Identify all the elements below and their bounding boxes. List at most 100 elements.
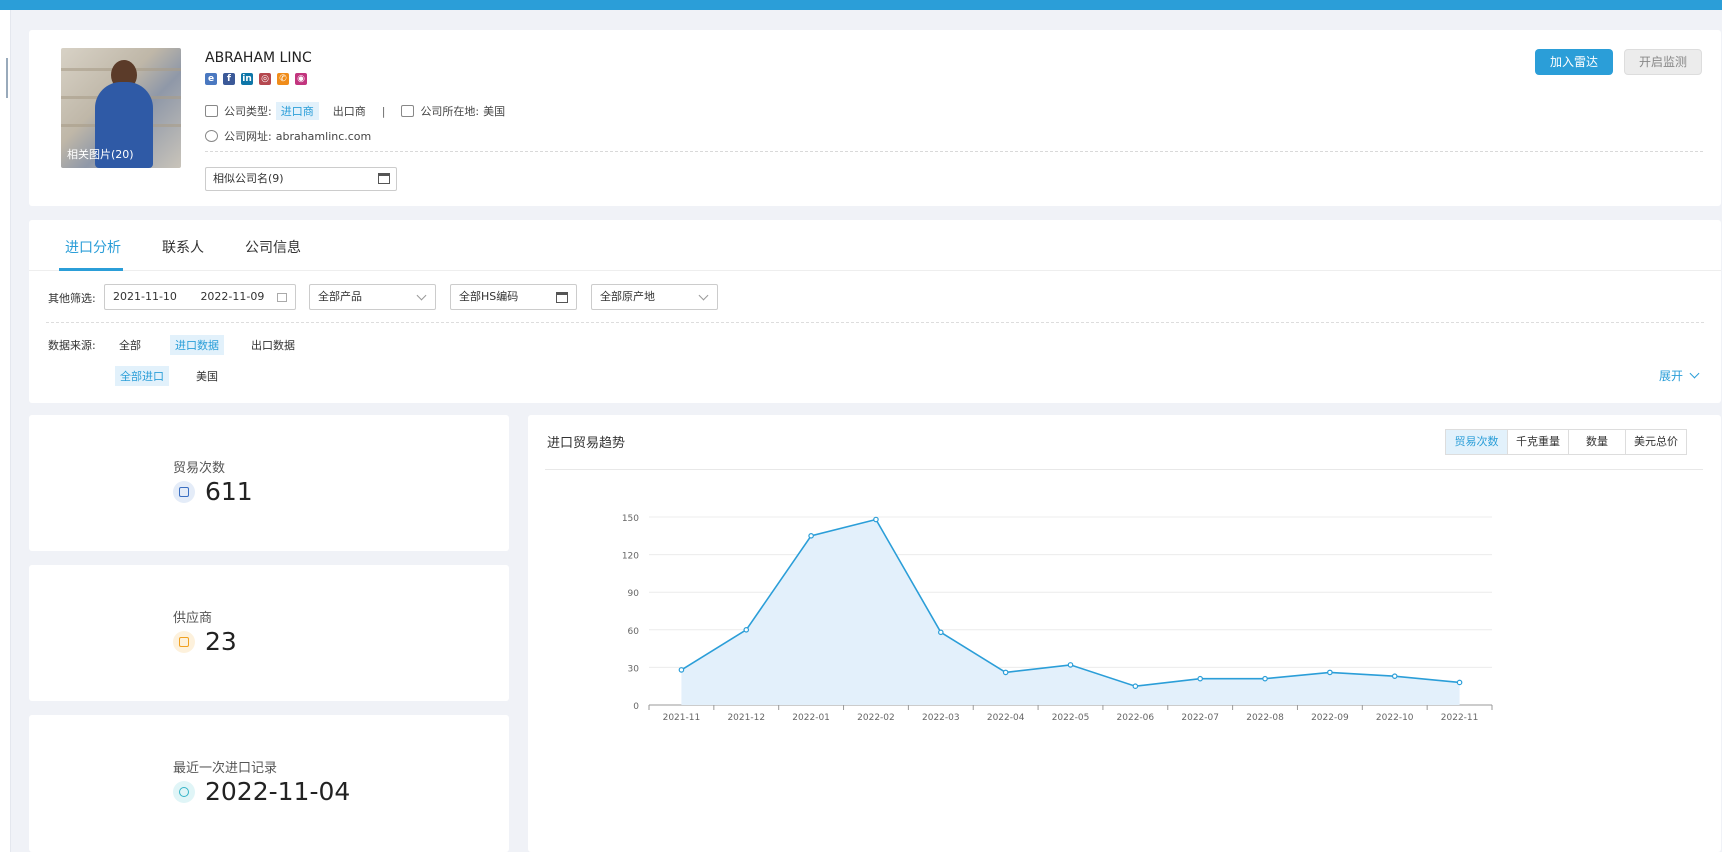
hs-code-value: 全部HS编码 xyxy=(459,290,519,303)
date-end: 2022-11-09 xyxy=(200,290,265,303)
phone-icon[interactable]: ✆ xyxy=(277,73,289,85)
hs-code-select[interactable]: 全部HS编码 xyxy=(450,284,577,310)
trades-value: 611 xyxy=(205,477,253,506)
suppliers-label: 供应商 xyxy=(173,611,213,626)
calendar-icon xyxy=(378,173,390,184)
x-tick-label: 2022-10 xyxy=(1376,713,1414,723)
ie-icon[interactable]: e xyxy=(205,73,217,85)
tab-import-analysis[interactable]: 进口分析 xyxy=(65,237,121,257)
trades-label: 贸易次数 xyxy=(173,461,226,476)
photo-caption: 相关图片(20) xyxy=(67,148,134,161)
x-tick-label: 2022-04 xyxy=(987,713,1025,723)
tab-company-info[interactable]: 公司信息 xyxy=(245,237,301,257)
clock-icon xyxy=(173,781,195,803)
x-tick-label: 2022-11 xyxy=(1441,713,1479,723)
x-tick-label: 2022-07 xyxy=(1181,713,1219,723)
data-point xyxy=(743,627,750,633)
x-tick-label: 2022-05 xyxy=(1052,713,1090,723)
y-tick-label: 30 xyxy=(628,664,640,674)
trend-chart: 0 30 60 90 120 150 2021-11 2021-12 2022-01 2022-0… xyxy=(622,514,1493,723)
chevron-down-icon xyxy=(698,290,709,301)
x-tick-label: 2022-01 xyxy=(792,713,830,723)
expand-button[interactable]: 展开 xyxy=(1659,367,1700,384)
data-point xyxy=(808,533,814,539)
company-photo[interactable]: 相关图片(20) xyxy=(61,48,181,168)
filter-card: 进口分析 联系人 公司信息 其他筛选: 2021-11-10 2022-11-0… xyxy=(29,220,1721,403)
data-point xyxy=(1262,675,1268,682)
similar-names-label: 相似公司名(9) xyxy=(213,172,284,185)
top-bar xyxy=(0,0,1722,10)
left-rail xyxy=(0,10,11,852)
source-all-chip[interactable]: 全部 xyxy=(114,335,146,355)
start-monitor-button[interactable]: 开启监测 xyxy=(1624,49,1702,75)
y-tick-label: 60 xyxy=(628,627,640,637)
website-link[interactable]: abrahamlinc.com xyxy=(276,130,372,143)
x-tick-label: 2021-12 xyxy=(727,713,765,723)
add-radar-button[interactable]: 加入雷达 xyxy=(1535,49,1613,75)
other-filter-label: 其他筛选: xyxy=(48,292,96,305)
company-type-label: 公司类型: xyxy=(224,105,272,118)
data-point xyxy=(1067,662,1074,668)
data-point xyxy=(678,667,685,673)
y-tick-label: 90 xyxy=(628,589,640,599)
data-point xyxy=(1391,673,1398,679)
x-tick-label: 2022-08 xyxy=(1246,713,1284,723)
product-select-value: 全部产品 xyxy=(318,290,362,303)
data-point xyxy=(1456,679,1463,686)
calendar-icon xyxy=(277,293,287,302)
tab-bar: 进口分析 联系人 公司信息 xyxy=(29,220,1721,271)
x-tick-label: 2022-03 xyxy=(922,713,960,723)
globe-icon xyxy=(205,130,218,142)
date-range-picker[interactable]: 2021-11-10 2022-11-09 xyxy=(104,284,296,310)
type-importer-tag: 进口商 xyxy=(275,102,319,120)
x-tick-label: 2022-09 xyxy=(1311,713,1349,723)
profile-divider xyxy=(205,151,1703,152)
website-label: 公司网址: xyxy=(224,130,272,143)
chevron-down-icon xyxy=(1689,368,1700,379)
y-tick-label: 150 xyxy=(622,514,639,524)
location-label: 公司所在地: xyxy=(420,105,480,118)
origin-select[interactable]: 全部原产地 xyxy=(591,284,718,310)
source-import-chip[interactable]: 进口数据 xyxy=(170,335,224,355)
suppliers-stat-card: 供应商 23 xyxy=(29,565,509,701)
social-links: e f in ◎ ✆ ◉ xyxy=(205,73,307,85)
tab-contacts[interactable]: 联系人 xyxy=(162,237,204,257)
location-icon xyxy=(401,105,415,117)
company-profile-card: 相关图片(20) ABRAHAM LINC e f in ◎ ✆ ◉ 公司类型: 进口商 … xyxy=(29,30,1721,206)
trades-stat-card: 贸易次数 611 xyxy=(29,415,509,551)
y-tick-label: 120 xyxy=(622,552,639,562)
x-tick-label: 2022-06 xyxy=(1117,713,1155,723)
origin-select-value: 全部原产地 xyxy=(600,290,655,303)
scope-all-import-chip[interactable]: 全部进口 xyxy=(115,366,169,386)
instagram-icon[interactable]: ◉ xyxy=(295,73,307,85)
calendar-icon xyxy=(556,292,568,303)
directory-icon[interactable]: ◎ xyxy=(259,73,271,85)
company-type-row: 公司类型: 进口商 出口商 | 公司所在地: 美国 xyxy=(205,102,505,120)
divider: | xyxy=(381,104,386,118)
data-point xyxy=(1002,669,1009,676)
website-row: 公司网址: abrahamlinc.com xyxy=(205,128,371,144)
last-import-value: 2022-11-04 xyxy=(205,777,351,806)
facebook-icon[interactable]: f xyxy=(223,73,235,85)
store-icon xyxy=(173,631,195,653)
x-tick-label: 2022-02 xyxy=(857,713,895,723)
source-export-chip[interactable]: 出口数据 xyxy=(246,335,300,355)
rail-handle[interactable] xyxy=(6,58,9,98)
data-point xyxy=(1197,675,1203,682)
expand-label: 展开 xyxy=(1659,369,1684,383)
filter-divider xyxy=(46,322,1704,323)
building-icon xyxy=(205,105,218,117)
company-name: ABRAHAM LINC xyxy=(205,50,312,66)
product-select[interactable]: 全部产品 xyxy=(309,284,436,310)
area-fill xyxy=(681,519,1460,705)
location-value: 美国 xyxy=(483,105,506,118)
scope-us-chip[interactable]: 美国 xyxy=(191,366,223,386)
data-point xyxy=(1132,683,1139,690)
last-import-label: 最近一次进口记录 xyxy=(173,761,278,776)
x-tick-label: 2021-11 xyxy=(663,713,701,723)
last-import-stat-card: 最近一次进口记录 2022-11-04 xyxy=(29,715,509,852)
similar-names-dropdown[interactable]: 相似公司名(9) xyxy=(205,167,397,191)
date-start: 2021-11-10 xyxy=(113,290,177,303)
linkedin-icon[interactable]: in xyxy=(241,73,253,85)
data-point xyxy=(938,629,944,636)
